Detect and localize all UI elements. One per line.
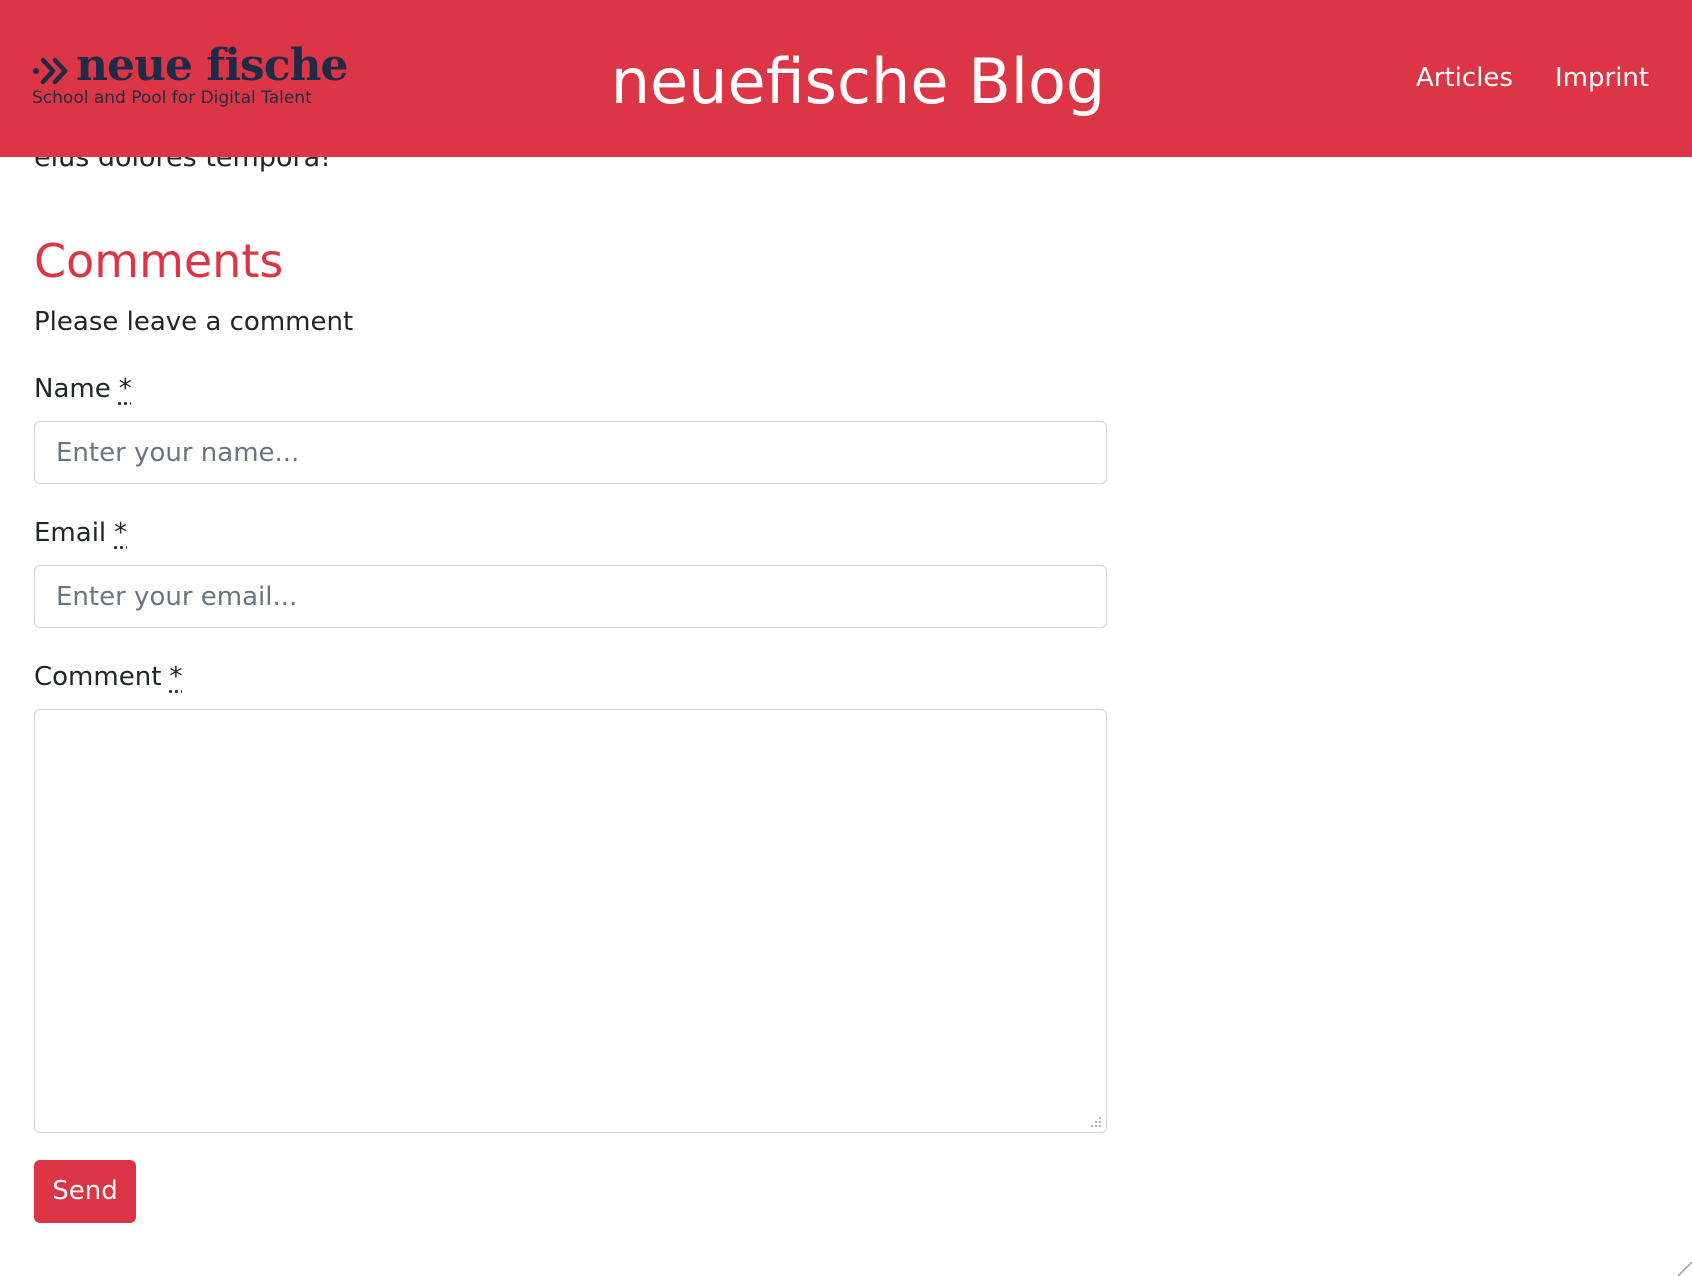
comments-intro: Please leave a comment bbox=[34, 307, 354, 337]
required-marker: * bbox=[114, 518, 128, 548]
name-label: Name * bbox=[34, 369, 132, 409]
name-input[interactable] bbox=[34, 421, 1107, 484]
required-marker: * bbox=[118, 374, 132, 404]
name-label-text: Name bbox=[34, 374, 111, 404]
nav-link-imprint[interactable]: Imprint bbox=[1555, 60, 1649, 96]
brand-logo-link[interactable]: neue fische School and Pool for Digital … bbox=[32, 38, 352, 114]
nav-link-articles[interactable]: Articles bbox=[1416, 60, 1513, 96]
page: eius dolores tempora! neue fische School… bbox=[0, 0, 1692, 1276]
comments-heading: Comments bbox=[34, 234, 284, 288]
email-label: Email * bbox=[34, 513, 127, 553]
email-label-text: Email bbox=[34, 518, 107, 548]
site-header: neue fische School and Pool for Digital … bbox=[0, 0, 1692, 157]
required-marker: * bbox=[169, 662, 183, 692]
comment-textarea[interactable] bbox=[34, 709, 1107, 1133]
email-input[interactable] bbox=[34, 565, 1107, 628]
resize-handle-icon[interactable] bbox=[1090, 1116, 1102, 1128]
double-chevron-right-icon bbox=[33, 57, 68, 85]
send-button[interactable]: Send bbox=[34, 1160, 136, 1223]
window-resize-grip-icon[interactable] bbox=[1676, 1260, 1692, 1276]
site-title: neuefische Blog bbox=[610, 45, 1106, 118]
comment-label: Comment * bbox=[34, 657, 182, 697]
brand-tagline: School and Pool for Digital Talent bbox=[32, 88, 312, 108]
comment-label-text: Comment bbox=[34, 662, 162, 692]
